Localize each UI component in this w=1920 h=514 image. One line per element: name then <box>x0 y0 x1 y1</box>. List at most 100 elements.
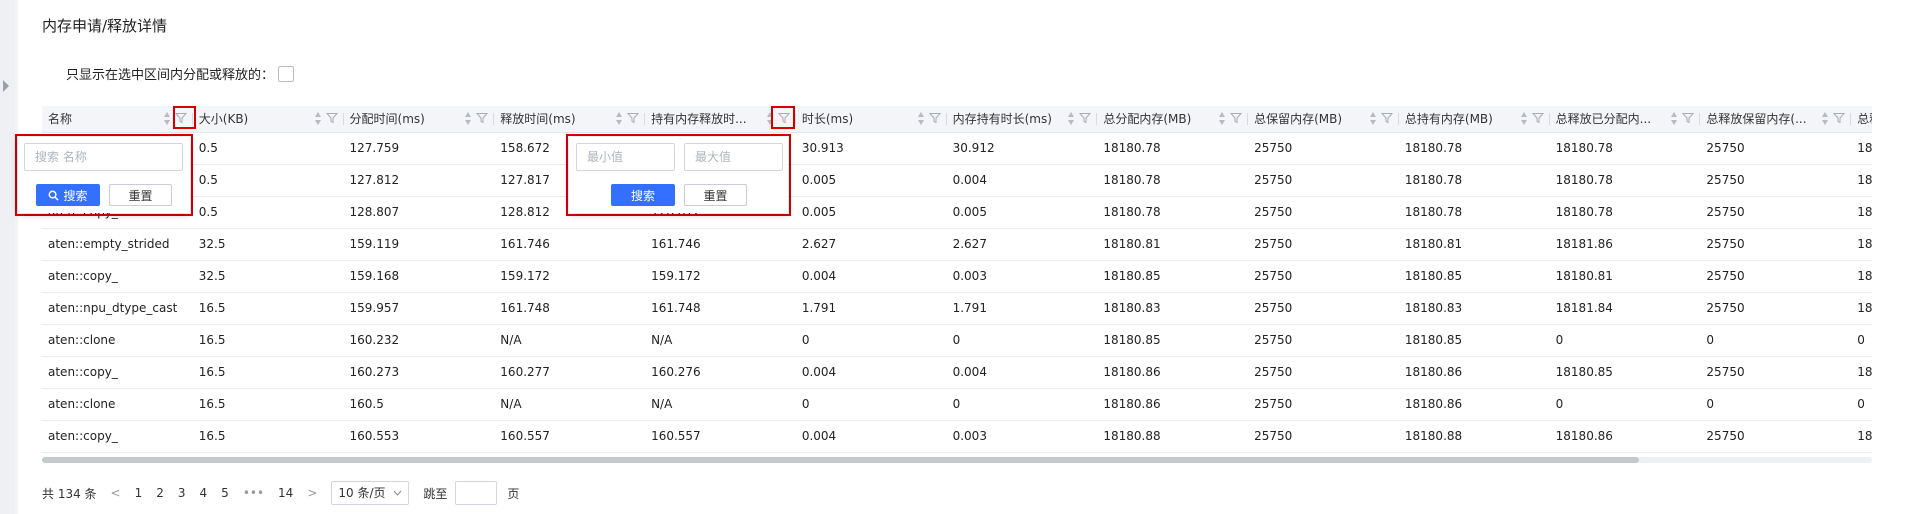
column-header[interactable]: 释放时间(ms) <box>494 106 646 133</box>
table-cell: 161.746 <box>494 228 646 261</box>
horizontal-scrollbar-thumb[interactable] <box>42 457 1639 463</box>
page-14[interactable]: 14 <box>278 486 293 500</box>
name-filter-popup: 搜索 名称 搜索 重置 <box>18 137 190 213</box>
jump-page-input[interactable] <box>455 481 498 505</box>
table-cell: 1.791 <box>946 292 1098 325</box>
table-cell: 18180.86 <box>1097 356 1249 389</box>
table-cell: 0 <box>1851 388 1872 421</box>
expand-arrow-icon[interactable] <box>3 80 9 92</box>
name-search-input[interactable]: 搜索 名称 <box>24 143 183 171</box>
column-header[interactable]: 时长(ms) <box>795 106 947 133</box>
range-search-button[interactable]: 搜索 <box>611 184 675 206</box>
column-header[interactable]: 总分配内存(MB) <box>1097 106 1249 133</box>
table-row: aten::copy_ 16.5 160.273 160.277 160.276 0.00… <box>42 356 1872 389</box>
sort-icon[interactable] <box>616 112 623 126</box>
table-cell: 159.957 <box>343 292 495 325</box>
page-size-select[interactable]: 10 条/页 <box>331 481 410 505</box>
funnel-icon[interactable] <box>476 112 489 124</box>
table-cell: 25750 <box>1700 292 1852 325</box>
page-2[interactable]: 2 <box>156 486 164 500</box>
table-cell: 127.812 <box>343 164 495 197</box>
page-4[interactable]: 4 <box>200 486 208 500</box>
column-header[interactable]: 分配时间(ms) <box>343 106 495 133</box>
table-cell: 0.004 <box>946 356 1098 389</box>
max-value-input[interactable]: 最大值 <box>684 143 783 171</box>
table-cell: 0.005 <box>795 196 947 229</box>
table-cell: 160.232 <box>343 324 495 357</box>
table-cell: 0 <box>946 324 1098 357</box>
funnel-icon[interactable] <box>1833 112 1846 124</box>
funnel-icon[interactable] <box>626 112 640 124</box>
sort-icon[interactable] <box>1520 112 1528 126</box>
table-cell: N/A <box>494 388 646 421</box>
table-cell: 160.277 <box>494 356 646 389</box>
page-3[interactable]: 3 <box>178 486 186 500</box>
column-header[interactable]: 名称 <box>42 106 193 133</box>
table-cell: 160.273 <box>343 356 495 389</box>
table-cell: 18180.78 <box>1549 132 1701 165</box>
sort-icon[interactable] <box>314 112 322 126</box>
jump-label: 跳至 <box>423 486 448 501</box>
range-reset-button[interactable]: 重置 <box>684 184 747 206</box>
sort-icon[interactable] <box>1369 112 1377 126</box>
sort-icon[interactable] <box>1068 112 1075 126</box>
column-header-label: 时长(ms) <box>801 112 854 127</box>
funnel-icon[interactable] <box>1682 112 1695 124</box>
sort-icon[interactable] <box>1219 112 1226 126</box>
name-reset-button[interactable]: 重置 <box>109 184 172 206</box>
table-cell: 159.168 <box>343 260 495 293</box>
range-filter-checkbox[interactable] <box>278 65 295 82</box>
horizontal-scrollbar[interactable] <box>42 457 1872 463</box>
page-5[interactable]: 5 <box>221 486 229 500</box>
table-cell: 1818 <box>1851 228 1872 261</box>
table-row: aten::copy_ 16.5 160.553 160.557 160.557 0.00… <box>42 420 1872 453</box>
column-header-label: 持有内存释放时... <box>651 112 747 127</box>
table-cell: 25750 <box>1700 164 1852 197</box>
table-cell: 0 <box>1549 388 1701 421</box>
table-cell: 1818 <box>1851 356 1872 389</box>
column-header[interactable]: 总释放保留内存(... <box>1700 106 1852 133</box>
column-header[interactable]: 内存持有时长(ms) <box>946 106 1098 133</box>
funnel-icon[interactable] <box>1079 112 1092 124</box>
table-cell: 18180.86 <box>1549 420 1701 453</box>
column-header[interactable]: 总释 <box>1851 106 1872 133</box>
table-cell: 159.172 <box>645 260 796 293</box>
column-header[interactable]: 总释放已分配内... <box>1549 106 1701 133</box>
funnel-icon[interactable] <box>1230 112 1243 124</box>
column-header[interactable]: 总保留内存(MB) <box>1248 106 1399 133</box>
table-cell: 18180.85 <box>1549 356 1701 389</box>
search-icon <box>49 190 60 201</box>
sort-icon[interactable] <box>1671 112 1678 126</box>
table-cell: aten::copy_ <box>42 420 193 453</box>
table-cell: 0 <box>1549 324 1701 357</box>
range-filter-label: 只显示在选中区间内分配或释放的： <box>66 68 275 83</box>
sort-icon[interactable] <box>1822 112 1829 126</box>
table-cell: 0.004 <box>946 164 1098 197</box>
sort-icon[interactable] <box>465 112 472 126</box>
funnel-icon[interactable] <box>325 112 338 124</box>
table-cell: 0 <box>946 388 1098 421</box>
table-row: aten::copy_0.5128.807128.812128.8120.005… <box>42 196 1872 229</box>
column-header-label: 内存持有时长(ms) <box>952 112 1052 127</box>
next-page-button[interactable]: > <box>307 486 317 500</box>
table-cell: 0.5 <box>192 164 344 197</box>
more-pages-ellipsis[interactable]: ••• <box>243 486 264 500</box>
page-1[interactable]: 1 <box>135 486 143 500</box>
table-cell: N/A <box>645 324 796 357</box>
sort-icon[interactable] <box>163 112 171 126</box>
table-cell: aten::copy_ <box>42 260 193 293</box>
min-value-input[interactable]: 最小值 <box>576 143 675 171</box>
funnel-icon[interactable] <box>1531 112 1544 124</box>
column-header[interactable]: 大小(KB) <box>192 106 344 133</box>
table-cell: 1818 <box>1851 196 1872 229</box>
prev-page-button[interactable]: < <box>111 486 121 500</box>
table-cell: 160.5 <box>343 388 495 421</box>
sort-icon[interactable] <box>917 112 925 126</box>
column-header[interactable]: 总持有内存(MB) <box>1398 106 1550 133</box>
column-header-label: 总释 <box>1857 112 1872 127</box>
funnel-icon[interactable] <box>1380 112 1394 124</box>
name-search-button[interactable]: 搜索 <box>36 184 100 206</box>
table-cell: 18180.85 <box>1398 260 1550 293</box>
funnel-icon[interactable] <box>928 112 941 124</box>
column-header-label: 分配时间(ms) <box>349 112 425 127</box>
